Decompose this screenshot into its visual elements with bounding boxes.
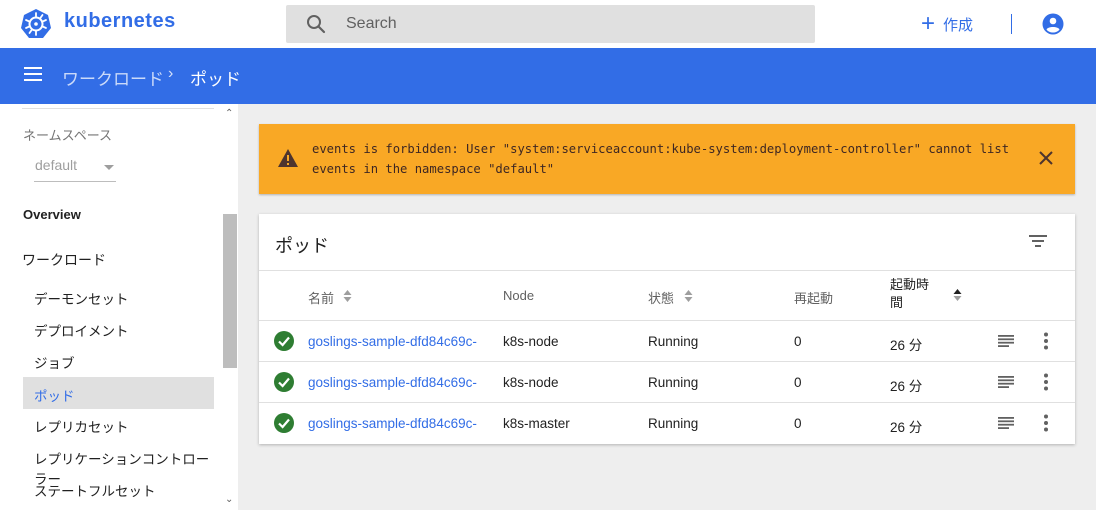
pod-age: 26 分 xyxy=(890,379,923,394)
table-row: goslings-sample-dfd84c69c- k8s-master Ru… xyxy=(259,403,1075,444)
namespace-label: ネームスペース xyxy=(23,128,113,143)
sidebar-scrollbar[interactable]: ⌃ ⌄ xyxy=(222,104,238,510)
more-vert-icon[interactable] xyxy=(1043,373,1049,391)
sidebar-item-overview[interactable]: Overview xyxy=(23,207,81,222)
namespace-select[interactable]: default xyxy=(34,156,116,182)
breadcrumb-current: ポッド xyxy=(190,70,241,89)
menu-icon[interactable] xyxy=(24,67,42,81)
close-icon[interactable] xyxy=(1037,149,1055,167)
create-button[interactable]: + 作成 xyxy=(921,12,973,36)
kubernetes-logo-icon[interactable] xyxy=(20,8,52,40)
scrollbar-thumb[interactable] xyxy=(223,214,237,368)
breadcrumb-separator: › xyxy=(168,65,174,82)
sort-active-icon[interactable] xyxy=(953,288,962,302)
toolbar-divider xyxy=(1011,14,1012,34)
table-row: goslings-sample-dfd84c69c- k8s-node Runn… xyxy=(259,362,1075,403)
card-divider xyxy=(259,270,1075,271)
pod-status: Running xyxy=(648,375,699,390)
check-circle-icon xyxy=(274,331,294,351)
search-icon xyxy=(307,15,326,34)
logs-icon[interactable] xyxy=(998,335,1014,347)
pod-age: 26 分 xyxy=(890,420,923,435)
search-box[interactable] xyxy=(286,5,815,43)
sidebar-item-replicasets[interactable]: レプリカセット xyxy=(23,408,214,440)
column-header-status[interactable]: 状態 xyxy=(648,288,674,307)
filter-icon[interactable] xyxy=(1029,235,1047,247)
breadcrumb-workloads[interactable]: ワークロード xyxy=(62,65,164,90)
plus-icon: + xyxy=(921,10,936,37)
pod-restarts: 0 xyxy=(794,334,802,349)
pod-restarts: 0 xyxy=(794,416,802,431)
pod-node: k8s-node xyxy=(503,375,559,390)
sidebar-item-label: ポッド xyxy=(34,389,75,404)
sidebar-item-daemonsets[interactable]: デーモンセット xyxy=(23,280,214,312)
top-bar: kubernetes + 作成 xyxy=(0,0,1096,48)
sidebar-item-workloads[interactable]: ワークロード xyxy=(22,250,106,270)
pod-name-link[interactable]: goslings-sample-dfd84c69c- xyxy=(308,375,488,390)
sidebar-item-label: デプロイメント xyxy=(34,324,129,339)
pods-card: ポッド 名前 Node 状態 再起動 起動時間 goslings-sample-… xyxy=(259,214,1075,444)
more-vert-icon[interactable] xyxy=(1043,414,1049,432)
column-header-node: Node xyxy=(503,288,535,303)
warning-icon xyxy=(278,149,298,167)
column-header-restarts: 再起動 xyxy=(794,291,834,306)
pod-node: k8s-node xyxy=(503,334,559,349)
pod-age: 26 分 xyxy=(890,338,923,353)
pod-restarts: 0 xyxy=(794,375,802,390)
app-brand[interactable]: kubernetes xyxy=(64,10,176,33)
sidebar-item-label: ステートフルセット xyxy=(34,484,156,499)
column-header-age[interactable]: 起動時間 xyxy=(890,276,940,312)
scroll-down-icon[interactable]: ⌄ xyxy=(225,494,233,505)
pod-name-link[interactable]: goslings-sample-dfd84c69c- xyxy=(308,416,488,431)
search-input[interactable] xyxy=(346,5,786,43)
check-circle-icon xyxy=(274,372,294,392)
sort-icon[interactable] xyxy=(343,289,352,303)
logs-icon[interactable] xyxy=(998,376,1014,388)
more-vert-icon[interactable] xyxy=(1043,332,1049,350)
sidebar-item-statefulsets[interactable]: ステートフルセット xyxy=(23,472,214,504)
card-title: ポッド xyxy=(275,236,329,256)
sidebar-item-jobs[interactable]: ジョブ xyxy=(23,344,214,376)
logs-icon[interactable] xyxy=(998,417,1014,429)
warning-alert: events is forbidden: User "system:servic… xyxy=(259,124,1075,194)
scroll-up-icon[interactable]: ⌃ xyxy=(225,108,233,119)
column-header-name[interactable]: 名前 xyxy=(308,288,334,307)
sidebar-item-label: レプリカセット xyxy=(34,420,129,435)
pod-name-link[interactable]: goslings-sample-dfd84c69c- xyxy=(308,334,488,349)
sort-icon[interactable] xyxy=(684,289,693,303)
pod-status: Running xyxy=(648,334,699,349)
account-icon[interactable] xyxy=(1042,13,1064,35)
sidebar-item-pods[interactable]: ポッド xyxy=(23,377,214,409)
sidebar-divider xyxy=(22,108,214,109)
sidebar-item-replicationcontrollers[interactable]: レプリケーションコントローラー xyxy=(23,440,214,487)
sidebar-item-label: デーモンセット xyxy=(34,292,129,307)
check-circle-icon xyxy=(274,413,294,433)
namespace-value: default xyxy=(35,157,78,173)
pod-status: Running xyxy=(648,416,699,431)
caret-down-icon xyxy=(104,165,114,170)
create-label: 作成 xyxy=(943,16,974,34)
pod-node: k8s-master xyxy=(503,416,570,431)
sidebar: ネームスペース default Overview ワークロード デーモンセット … xyxy=(0,104,238,510)
warning-message: events is forbidden: User "system:servic… xyxy=(312,142,1010,176)
sidebar-item-label: ジョブ xyxy=(34,356,75,371)
table-row: goslings-sample-dfd84c69c- k8s-node Runn… xyxy=(259,321,1075,362)
page-header: ワークロード › ポッド xyxy=(0,48,1096,104)
sidebar-item-deployments[interactable]: デプロイメント xyxy=(23,312,214,344)
